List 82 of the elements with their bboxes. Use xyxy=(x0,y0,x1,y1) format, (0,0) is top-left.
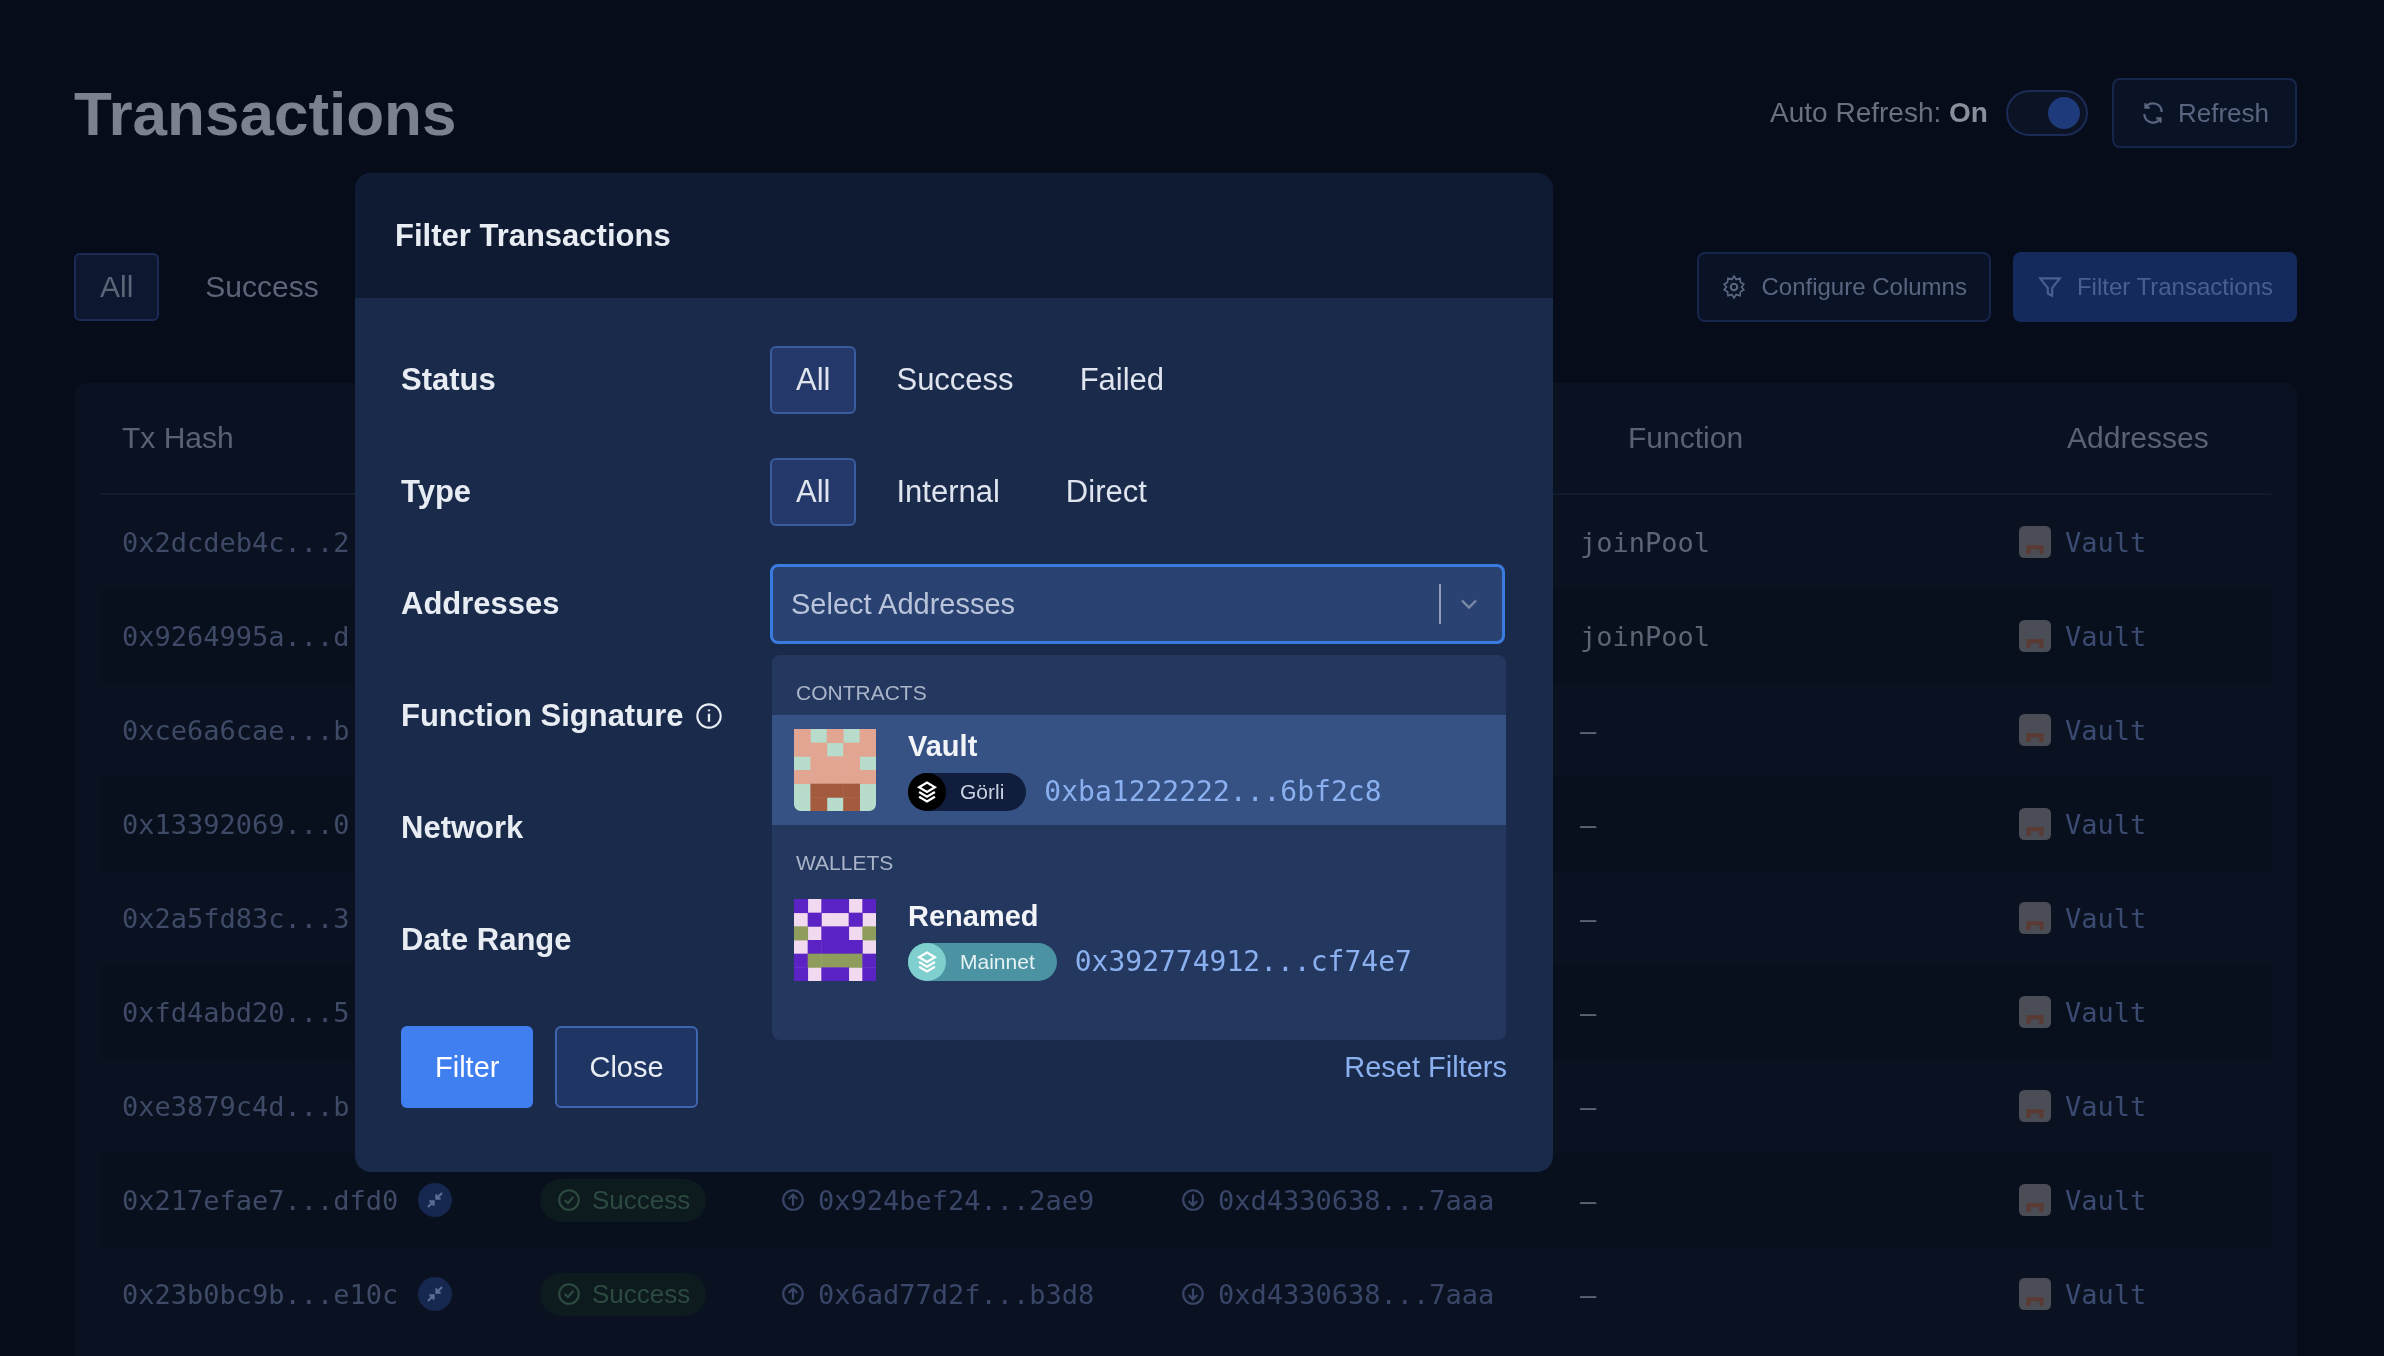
field-label: Date Range xyxy=(401,922,572,958)
function-name: – xyxy=(1580,902,1597,934)
avatar-icon xyxy=(2019,620,2051,652)
tx-hash: 0xce6a6cae...b xyxy=(122,714,350,746)
address-label: Vault xyxy=(2065,1278,2147,1310)
function-name: – xyxy=(1580,808,1597,840)
filter-option[interactable]: Direct xyxy=(1039,458,1173,526)
field-label: Type xyxy=(401,474,473,510)
filter-button[interactable]: Filter xyxy=(401,1026,534,1108)
tx-hash: 0x13392069...0 xyxy=(122,808,350,840)
filter-option[interactable]: All xyxy=(770,346,857,414)
tx-hash: 0xfd4abd20...5 xyxy=(122,996,350,1028)
filter-option[interactable]: Success xyxy=(870,346,1040,414)
to-address: 0xd4330638...7aaa xyxy=(1218,1184,1495,1216)
avatar-icon xyxy=(2019,808,2051,840)
tx-hash: 0xe3879c4d...b xyxy=(122,1090,350,1122)
function-name: – xyxy=(1580,1090,1597,1122)
arrow-down-icon xyxy=(1180,1187,1206,1213)
auto-refresh-toggle[interactable] xyxy=(2005,90,2088,136)
address-name: Vault xyxy=(908,729,979,763)
filter-option[interactable]: Internal xyxy=(870,458,1026,526)
field-label: Addresses xyxy=(401,586,561,622)
avatar-icon xyxy=(2019,714,2051,746)
field-label: Function Signature xyxy=(401,698,684,734)
group-heading: WALLETS xyxy=(795,850,895,876)
column-header: Addresses xyxy=(2067,421,2210,455)
group-heading: CONTRACTS xyxy=(795,680,928,706)
address-hash: 0xba1222222...6bf2c8 xyxy=(1044,775,1382,808)
address-select[interactable]: Select Addresses xyxy=(770,564,1505,644)
tx-hash: 0x9264995a...d xyxy=(122,620,350,652)
function-name: – xyxy=(1580,1184,1597,1216)
field-label: Network xyxy=(401,810,524,846)
function-name: joinPool xyxy=(1580,526,1711,558)
settings-icon xyxy=(1721,274,1748,300)
tx-hash: 0x2a5fd83c...3 xyxy=(122,902,350,934)
filter-option[interactable]: Failed xyxy=(1053,346,1191,414)
address-label: Vault xyxy=(2065,526,2147,558)
page-title: Transactions xyxy=(74,77,457,149)
function-name: joinPool xyxy=(1580,620,1711,652)
address-label: Vault xyxy=(2065,1090,2147,1122)
avatar-icon xyxy=(2019,996,2051,1028)
filter-option[interactable]: All xyxy=(770,458,857,526)
network-badge: Mainnet xyxy=(908,942,1057,981)
avatar-icon xyxy=(794,899,876,981)
avatar-icon xyxy=(794,729,876,811)
tx-hash: 0x23b0bc9b...e10c xyxy=(122,1278,399,1310)
network-badge: Görli xyxy=(908,772,1027,811)
arrow-down-icon xyxy=(1180,1281,1206,1307)
avatar-icon xyxy=(2019,1090,2051,1122)
address-label: Vault xyxy=(2065,902,2147,934)
field-label: Status xyxy=(401,362,497,398)
avatar-icon xyxy=(2019,902,2051,934)
from-address: 0x6ad77d2f...b3d8 xyxy=(818,1278,1095,1310)
avatar-icon xyxy=(2019,526,2051,558)
function-name: – xyxy=(1580,996,1597,1028)
auto-refresh-label: Auto Refresh: On xyxy=(1770,97,1988,129)
dialog-title: Filter Transactions xyxy=(395,217,671,254)
address-hash: 0x392774912...cf74e7 xyxy=(1074,945,1412,978)
avatar-icon xyxy=(2019,1278,2051,1310)
address-option[interactable]: Vault Görli 0xba1222222...6bf2c8 xyxy=(772,715,1506,825)
reset-filters-link[interactable]: Reset Filters xyxy=(1344,1050,1507,1084)
arrow-up-icon xyxy=(780,1187,806,1213)
tx-hash: 0x217efae7...dfd0 xyxy=(122,1184,399,1216)
column-header: Tx Hash xyxy=(121,421,235,455)
tx-hash: 0x2dcdeb4c...2 xyxy=(122,526,350,558)
to-address: 0xd4330638...7aaa xyxy=(1218,1278,1495,1310)
info-icon xyxy=(695,702,724,730)
from-address: 0x924bef24...2ae9 xyxy=(818,1184,1095,1216)
address-label: Vault xyxy=(2065,714,2147,746)
address-name: Renamed xyxy=(908,899,1040,933)
arrow-up-icon xyxy=(780,1281,806,1307)
function-name: – xyxy=(1580,1278,1597,1310)
filter-icon xyxy=(2036,274,2063,300)
column-header: Function xyxy=(1628,421,1745,455)
address-label: Vault xyxy=(2065,808,2147,840)
address-option[interactable]: Renamed Mainnet 0x392774912...cf74e7 xyxy=(772,885,1506,995)
address-label: Vault xyxy=(2065,1184,2147,1216)
avatar-icon xyxy=(2019,1184,2051,1216)
address-label: Vault xyxy=(2065,996,2147,1028)
function-name: – xyxy=(1580,714,1597,746)
address-label: Vault xyxy=(2065,620,2147,652)
close-button[interactable]: Close xyxy=(555,1026,698,1108)
